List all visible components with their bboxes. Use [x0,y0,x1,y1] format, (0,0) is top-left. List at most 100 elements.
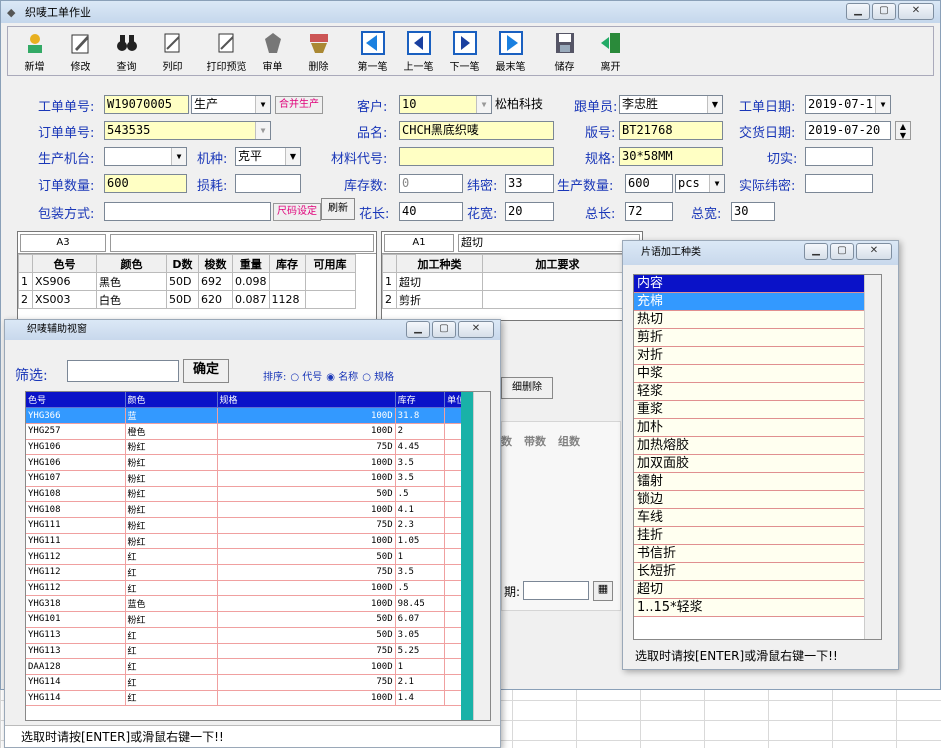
table-row[interactable]: YHG111粉红100D1.05kg [26,533,490,550]
toolbar-last-button[interactable]: 最末笔 [488,29,534,73]
aux-scrollbar[interactable] [473,392,490,720]
col-header[interactable]: 加工要求 [482,254,633,273]
list-item[interactable]: 剪折 [634,329,881,347]
table-row[interactable]: YHG114红100D1.4kg [26,690,490,707]
table-row[interactable]: YHG114红75D2.1kg [26,674,490,691]
toolbar-add-button[interactable]: 新增 [12,29,58,73]
toolbar-first-button[interactable]: 第一笔 [350,29,396,73]
merge-production-button[interactable]: 合并生产 [275,96,323,114]
sort-spec-radio[interactable]: ○ 规格 [362,368,394,383]
col-header[interactable]: 颜色 [125,392,218,409]
list-item[interactable]: 加双面胶 [634,455,881,473]
list-item[interactable]: 加热熔胶 [634,437,881,455]
po-field[interactable]: 543535 ▼ [104,121,271,140]
col-header[interactable]: 加工种类 [396,254,483,273]
list-item[interactable]: 书信折 [634,545,881,563]
loss-field[interactable] [235,174,301,193]
size-setting-button[interactable]: 尺码设定 [273,203,321,221]
phrase-scrollbar[interactable] [864,275,881,639]
phrase-maximize-button[interactable]: ▢ [830,243,854,260]
pack-field[interactable] [104,202,271,221]
process-grid[interactable]: A1 超切 加工种类 加工要求 1 超切 2 剪折 [381,231,643,321]
col-header[interactable]: 色号 [32,254,97,273]
order-qty-field[interactable]: 600 [104,174,187,193]
list-item[interactable]: 车线 [634,509,881,527]
aux-close-button[interactable]: ✕ [458,321,494,338]
close-button[interactable]: ✕ [898,3,934,20]
table-row[interactable]: 2 XS003 白色 50D 620 0.087 1128 [18,290,356,309]
date-field[interactable] [523,581,589,600]
toolbar-next-button[interactable]: 下一笔 [442,29,488,73]
order-type-select[interactable]: 生产 ▼ [191,95,271,114]
table-row[interactable]: YHG101粉红50D6.07kg [26,611,490,628]
date-spinner[interactable]: ▲ ▼ [895,121,911,140]
customer-code-field[interactable]: 10 ▼ [399,95,492,114]
list-item[interactable]: 对折 [634,347,881,365]
material-field[interactable] [399,147,554,166]
total-len-field[interactable]: 72 [625,202,673,221]
toolbar-delete-button[interactable]: 删除 [296,29,342,73]
total-width-field[interactable]: 30 [731,202,775,221]
process-cell-editor[interactable]: 超切 [458,233,640,252]
list-item[interactable]: 加朴 [634,419,881,437]
col-header[interactable]: 色号 [26,392,126,409]
toolbar-edit-button[interactable]: 修改 [58,29,104,73]
actual-weft-field[interactable] [805,174,873,193]
toolbar-search-button[interactable]: 查询 [104,29,150,73]
table-row[interactable]: YHG318蓝色100D98.45kg [26,595,490,613]
list-item[interactable]: 长短折 [634,563,881,581]
yarn-grid[interactable]: A3 色号 颜色 D数 梭数 重量 库存 可用库 1 XS906 黑色 50D 692 0.098 2… [17,231,377,321]
list-item[interactable]: 1..15*轻浆 [634,599,881,617]
sort-code-radio[interactable]: ○ 代号 [290,368,322,383]
table-row[interactable]: DAA128红100D1kg [26,658,490,675]
list-item[interactable]: 轻浆 [634,383,881,401]
flower-len-field[interactable]: 40 [399,202,463,221]
calendar-icon[interactable]: ▦ [593,581,613,601]
product-field[interactable]: CHCH黑底织唛 [399,121,554,140]
table-row[interactable]: YHG113红75D5.25kg [26,643,490,660]
table-row[interactable]: YHG108粉红100D4.1kg [26,501,490,518]
phrase-list[interactable]: 内容 充棉 热切 剪折 对折 中浆 轻浆 重浆 加朴 加热熔胶 加双面胶 镭射 锁边 车线 挂折 书信折 长短… [633,274,882,640]
table-row[interactable]: YHG257橙色100D2kg [26,423,490,440]
col-header[interactable]: 重量 [232,254,270,273]
toolbar-approve-button[interactable]: 审单 [250,29,296,73]
yarn-cell-editor[interactable] [110,233,374,252]
prod-qty-field[interactable]: 600 [625,174,673,193]
detail-delete-button[interactable]: 细删除 [501,377,553,399]
list-item[interactable]: 锁边 [634,491,881,509]
list-item[interactable]: 超切 [634,581,881,599]
col-header[interactable]: 颜色 [96,254,167,273]
toolbar-exit-button[interactable]: 离开 [588,29,634,73]
aux-minimize-button[interactable]: ▁ [406,321,430,338]
list-item[interactable]: 热切 [634,311,881,329]
list-item[interactable]: 充棉 [634,293,881,311]
toolbar-print-preview-button[interactable]: 打印预览 [204,29,250,73]
table-row[interactable]: YHG108粉红50D.5kg [26,486,490,503]
table-row[interactable]: YHG111粉红75D2.3kg [26,517,490,534]
table-row[interactable]: YHG106粉红100D3.5kg [26,454,490,471]
toolbar-save-button[interactable]: 储存 [542,29,588,73]
table-row[interactable]: 1 超切 [382,272,633,291]
filter-input[interactable] [67,360,179,382]
list-item[interactable]: 挂折 [634,527,881,545]
table-row[interactable]: YHG112红75D3.5kg [26,564,490,581]
col-header[interactable]: 规格 [217,392,396,409]
toolbar-prev-button[interactable]: 上一笔 [396,29,442,73]
list-item[interactable]: 中浆 [634,365,881,383]
table-row[interactable]: YHG113红50D3.05kg [26,627,490,644]
table-row[interactable]: YHG106粉红75D4.45kg [26,439,490,456]
order-date-field[interactable]: 2019-07-1 ▼ [805,95,891,114]
aux-maximize-button[interactable]: ▢ [432,321,456,338]
col-header[interactable]: 梭数 [198,254,233,273]
follower-select[interactable]: 李忠胜 ▼ [619,95,723,114]
minimize-button[interactable]: ▁ [846,3,870,20]
unit-select[interactable]: pcs ▼ [675,174,725,193]
flower-width-field[interactable]: 20 [505,202,554,221]
list-item[interactable]: 重浆 [634,401,881,419]
version-field[interactable]: BT21768 [619,121,723,140]
toolbar-print-button[interactable]: 列印 [150,29,196,73]
col-header[interactable]: 库存 [268,254,306,273]
col-header[interactable]: D数 [166,254,199,273]
machine-type-select[interactable]: 克平 ▼ [235,147,301,166]
phrase-minimize-button[interactable]: ▁ [804,243,828,260]
